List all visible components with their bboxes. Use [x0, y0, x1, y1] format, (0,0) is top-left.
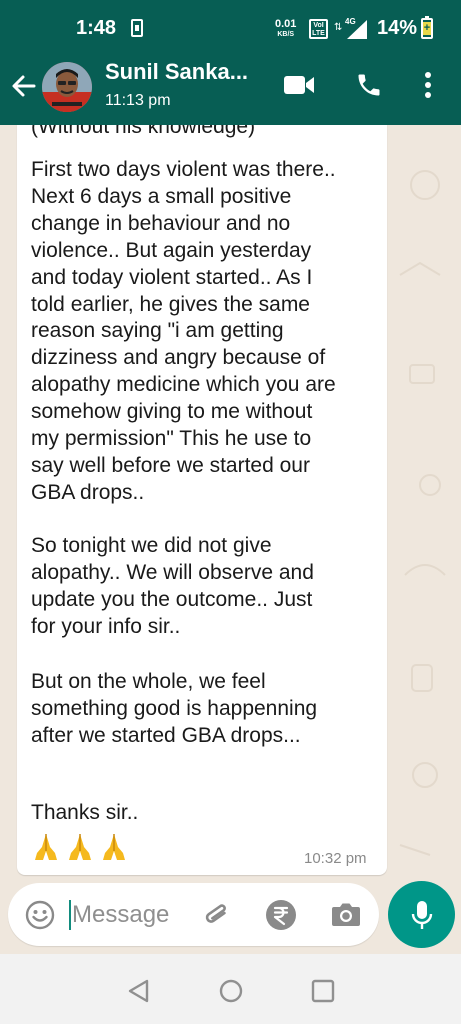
- network-speed: 0.01 KB/S: [275, 19, 296, 40]
- mic-icon: [411, 901, 433, 929]
- mic-button[interactable]: [388, 881, 455, 948]
- text-cursor: [69, 900, 71, 930]
- network-speed-value: 0.01: [275, 18, 297, 30]
- signal-label: 4G: [345, 17, 356, 26]
- nav-recents-icon[interactable]: [311, 979, 335, 1003]
- chat-area[interactable]: (Without his knowledge) First two days v…: [0, 125, 461, 877]
- volte-icon: VoI LTE: [309, 19, 328, 39]
- back-arrow-icon[interactable]: [10, 72, 38, 100]
- folded-hands-icon: [69, 834, 91, 860]
- message-paragraph-2: So tonight we did not give alopathy.. We…: [31, 534, 314, 638]
- attach-icon[interactable]: [202, 899, 234, 931]
- data-arrows-icon: ⇅: [334, 22, 343, 33]
- emoji-icon[interactable]: [25, 900, 55, 930]
- phone-icon[interactable]: [355, 71, 383, 99]
- message-partial-line: (Without his knowledge): [31, 125, 256, 138]
- message-bubble[interactable]: (Without his knowledge) First two days v…: [17, 125, 387, 875]
- status-time: 1:48: [76, 17, 117, 39]
- rupee-icon[interactable]: [265, 899, 297, 931]
- folded-hands-icon: [103, 834, 125, 860]
- message-time: 10:32 pm: [304, 850, 367, 867]
- last-seen: 11:13 pm: [105, 92, 171, 109]
- video-call-icon[interactable]: [283, 73, 315, 97]
- volte-label-bottom: LTE: [312, 30, 325, 37]
- emoji-row: [31, 831, 129, 861]
- avatar[interactable]: [42, 62, 92, 112]
- nav-home-icon[interactable]: [219, 979, 243, 1003]
- contact-name[interactable]: Sunil Sanka...: [105, 59, 270, 85]
- battery-charging-icon: [421, 16, 433, 39]
- system-nav-bar: [0, 954, 461, 1024]
- overflow-menu-icon[interactable]: [420, 70, 436, 100]
- avatar-photo: [42, 62, 92, 112]
- message-input[interactable]: [72, 895, 192, 935]
- message-paragraph-4: Thanks sir..: [31, 801, 139, 824]
- folded-hands-icon: [35, 834, 57, 860]
- message-paragraph-3: But on the whole, we feel something good…: [31, 670, 318, 747]
- message-paragraph-1: First two days violent was there.. Next …: [31, 158, 336, 504]
- status-bar: 1:48 0.01 KB/S VoI LTE ⇅ 4G 14%: [0, 0, 461, 56]
- sim-icon: [131, 19, 143, 37]
- nav-back-icon[interactable]: [127, 979, 151, 1003]
- camera-icon[interactable]: [330, 900, 362, 928]
- volte-label-top: VoI: [313, 22, 324, 29]
- message-composer: [8, 883, 379, 946]
- network-speed-unit: KB/S: [277, 31, 295, 38]
- battery-percent: 14%: [377, 17, 418, 39]
- chat-header: Sunil Sanka... 11:13 pm: [0, 56, 461, 125]
